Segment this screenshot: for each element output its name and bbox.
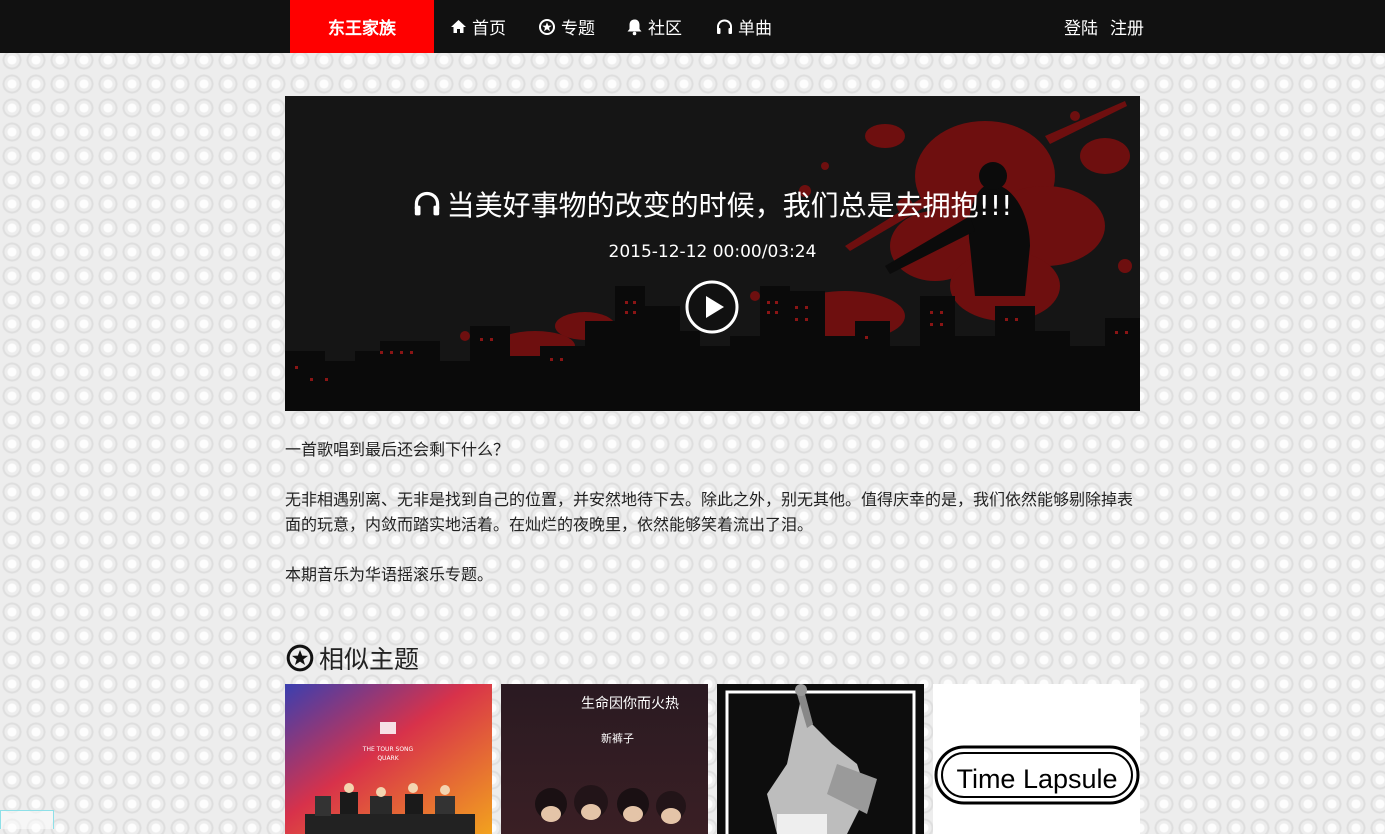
- album-cover: THE TOUR SONG QUARK: [285, 684, 492, 834]
- play-button[interactable]: [685, 280, 739, 334]
- album-cover: [717, 684, 924, 834]
- brand-logo[interactable]: 东王家族: [290, 0, 434, 53]
- card-caption: THE TOUR SONG: [362, 746, 414, 753]
- nav-item-topics[interactable]: 专题: [538, 0, 595, 53]
- featured-banner: 当美好事物的改变的时候，我们总是去拥抱!!! 2015-12-12 00:00/…: [285, 96, 1140, 411]
- home-icon: [451, 20, 466, 33]
- nav-item-home[interactable]: 首页: [450, 0, 506, 53]
- topic-description: 一首歌唱到最后还会剩下什么？ 无非相遇别离、无非是找到自己的位置，并安然地待下去…: [285, 437, 1145, 612]
- bell-icon: [627, 19, 642, 35]
- card-caption: Time Lapsule: [956, 764, 1117, 794]
- register-link[interactable]: 注册: [1110, 0, 1144, 53]
- banner-title: 当美好事物的改变的时候，我们总是去拥抱!!!: [285, 184, 1140, 224]
- top-nav: 东王家族 首页 专题 社区 单曲 登陆 注册: [0, 0, 1385, 53]
- banner-title-text: 当美好事物的改变的时候，我们总是去拥抱!!!: [446, 189, 1013, 222]
- login-link[interactable]: 登陆: [1064, 0, 1098, 53]
- nav-item-label: 首页: [472, 19, 506, 39]
- description-paragraph: 一首歌唱到最后还会剩下什么？: [285, 440, 510, 459]
- album-cover: Time Lapsule: [933, 684, 1140, 834]
- star-circle-icon: [286, 644, 314, 672]
- card-rock-singer[interactable]: [717, 684, 924, 834]
- card-xin-ku-zi[interactable]: 新裤子 生命因你而火热: [501, 684, 708, 834]
- nav-item-community[interactable]: 社区: [626, 0, 682, 53]
- nav-item-label: 专题: [561, 19, 595, 39]
- description-paragraph: 本期音乐为华语摇滚乐专题。: [285, 565, 494, 584]
- star-circle-icon: [539, 18, 555, 35]
- headphones-icon: [414, 191, 439, 216]
- corner-widget[interactable]: [0, 810, 54, 829]
- banner-date-duration: 2015-12-12 00:00/03:24: [608, 242, 817, 262]
- nav-item-label: 单曲: [738, 19, 772, 39]
- nav-item-singles[interactable]: 单曲: [716, 0, 772, 53]
- card-time-lapsule[interactable]: Time Lapsule: [933, 684, 1140, 834]
- similar-topics-heading: 相似主题: [285, 640, 419, 676]
- card-caption: QUARK: [377, 755, 399, 762]
- card-caption: 新裤子: [601, 731, 634, 745]
- card-caption: 生命因你而火热: [581, 695, 679, 712]
- similar-topics-title: 相似主题: [319, 645, 420, 674]
- album-cover: 新裤子 生命因你而火热: [501, 684, 708, 834]
- card-the-tour-song[interactable]: THE TOUR SONG QUARK: [285, 684, 492, 834]
- nav-item-label: 社区: [648, 19, 682, 39]
- description-paragraph: 无非相遇别离、无非是找到自己的位置，并安然地待下去。除此之外，别无其他。值得庆幸…: [285, 490, 1134, 534]
- headphones-icon: [717, 18, 732, 34]
